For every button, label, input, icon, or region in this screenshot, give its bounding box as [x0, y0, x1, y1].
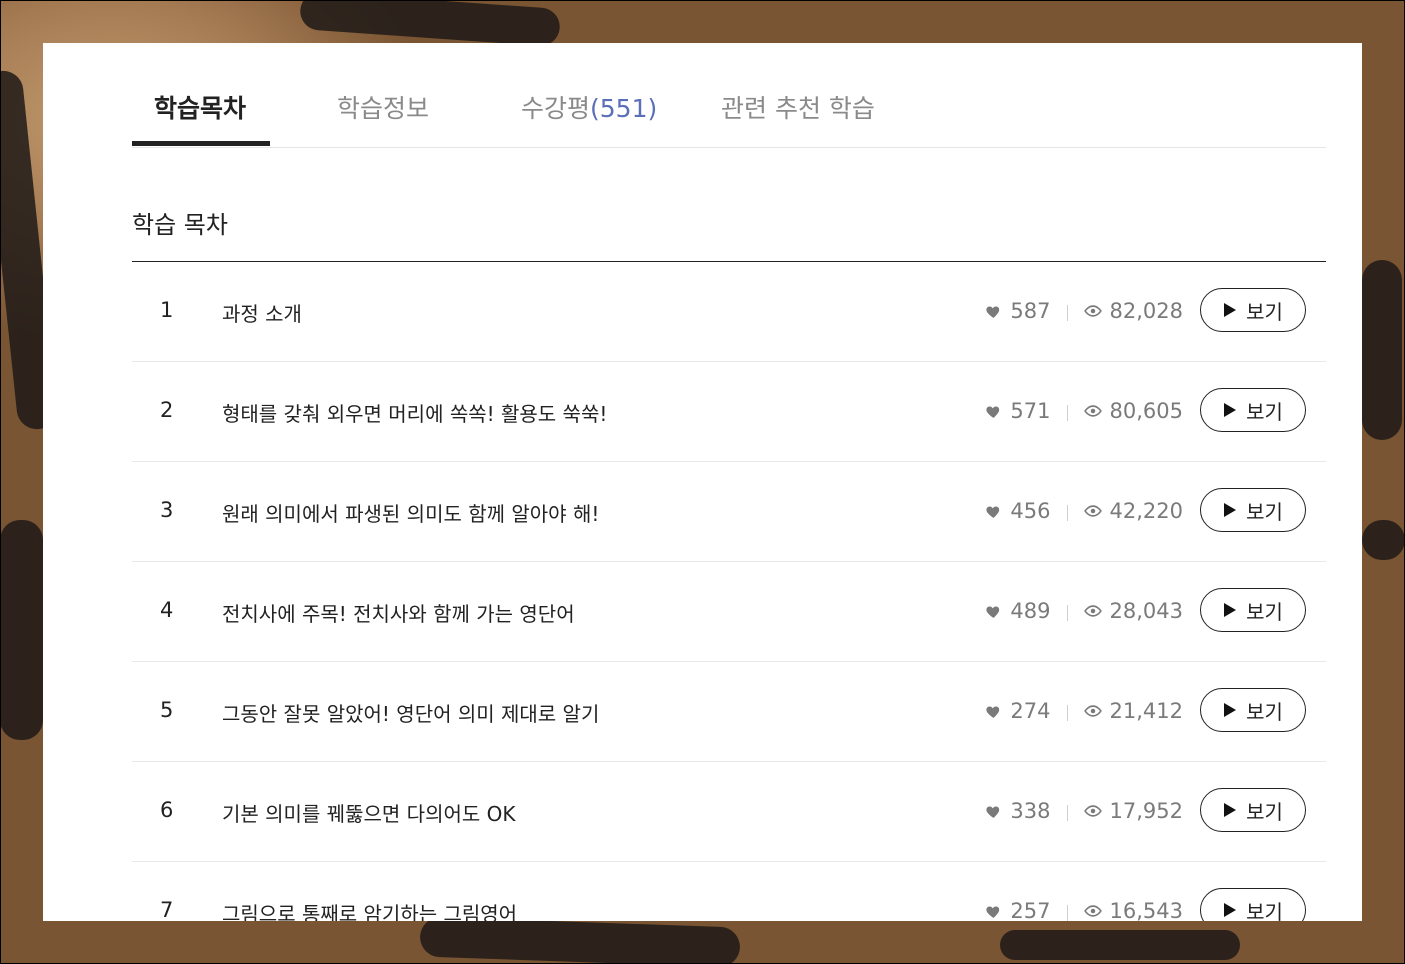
view-button[interactable]: 보기: [1200, 788, 1306, 832]
view-count: 17,952: [1109, 799, 1183, 823]
like-count: 456: [1010, 499, 1051, 523]
view-button[interactable]: 보기: [1200, 488, 1306, 532]
view-button[interactable]: 보기: [1200, 888, 1306, 921]
eye-icon: [1083, 802, 1102, 820]
lesson-title[interactable]: 원래 의미에서 파생된 의미도 함께 알아야 해!: [222, 498, 599, 527]
heart-icon: [985, 603, 1002, 620]
play-icon: [1223, 802, 1237, 818]
eye-icon: [1083, 902, 1102, 920]
lesson-number: 3: [160, 498, 174, 522]
stats-divider: [1066, 505, 1068, 521]
heart-icon: [985, 903, 1002, 920]
lesson-number: 4: [160, 598, 174, 622]
lesson-title[interactable]: 기본 의미를 꿰뚫으면 다의어도 OK: [222, 798, 516, 827]
eye-icon: [1083, 602, 1102, 620]
tab-reviews-label: 수강평: [521, 94, 591, 123]
view-count: 21,412: [1109, 699, 1183, 723]
tab-recommended[interactable]: 관련 추천 학습: [721, 89, 875, 125]
heart-icon: [985, 703, 1002, 720]
lesson-stats: 571 80,605: [985, 398, 1183, 424]
stats-divider: [1066, 905, 1068, 921]
lesson-list: 1 과정 소개 587 82,028 보기 2 형태를 갖춰 외우면 머리에 쏙쏙! 활용도…: [132, 261, 1326, 921]
like-count: 257: [1010, 899, 1051, 921]
lesson-number: 7: [160, 898, 174, 921]
lesson-row: 4 전치사에 주목! 전치사와 함께 가는 영단어 489 28,043 보기: [132, 562, 1326, 662]
view-button[interactable]: 보기: [1200, 588, 1306, 632]
play-icon: [1223, 302, 1237, 318]
view-button[interactable]: 보기: [1200, 388, 1306, 432]
view-count: 28,043: [1109, 599, 1183, 623]
view-count: 16,543: [1109, 899, 1183, 921]
view-button[interactable]: 보기: [1200, 288, 1306, 332]
lesson-row: 7 그림으로 통째로 암기하는 그림영어 257 16,543 보기: [132, 862, 1326, 921]
lesson-number: 1: [160, 298, 174, 322]
heart-icon: [985, 303, 1002, 320]
tab-curriculum[interactable]: 학습목차: [154, 89, 246, 125]
heart-icon: [985, 803, 1002, 820]
stats-divider: [1066, 705, 1068, 721]
heart-icon: [985, 403, 1002, 420]
lesson-row: 2 형태를 갖춰 외우면 머리에 쏙쏙! 활용도 쑥쑥! 571 80,605 보기: [132, 362, 1326, 462]
like-count: 274: [1010, 699, 1051, 723]
view-button-label: 보기: [1246, 399, 1283, 424]
play-icon: [1223, 502, 1237, 518]
lesson-title[interactable]: 전치사에 주목! 전치사와 함께 가는 영단어: [222, 598, 575, 627]
like-count: 338: [1010, 799, 1051, 823]
view-count: 42,220: [1109, 499, 1183, 523]
lesson-title[interactable]: 그림으로 통째로 암기하는 그림영어: [222, 898, 517, 921]
eye-icon: [1083, 702, 1102, 720]
course-panel: 학습목차 학습정보 수강평(551) 관련 추천 학습 학습 목차 1 과정 소개…: [43, 43, 1362, 921]
lesson-stats: 587 82,028: [985, 298, 1183, 324]
lesson-number: 2: [160, 398, 174, 422]
view-count: 82,028: [1109, 299, 1183, 323]
view-button-label: 보기: [1246, 799, 1283, 824]
section-title: 학습 목차: [132, 211, 228, 239]
lesson-stats: 338 17,952: [985, 798, 1183, 824]
lesson-stats: 456 42,220: [985, 498, 1183, 524]
eye-icon: [1083, 402, 1102, 420]
active-tab-indicator: [132, 141, 270, 146]
tab-reviews[interactable]: 수강평(551): [521, 89, 657, 125]
lesson-stats: 274 21,412: [985, 698, 1183, 724]
lesson-stats: 489 28,043: [985, 598, 1183, 624]
lesson-row: 5 그동안 잘못 알았어! 영단어 의미 제대로 알기 274 21,412 보기: [132, 662, 1326, 762]
view-count: 80,605: [1109, 399, 1183, 423]
view-button-label: 보기: [1246, 899, 1283, 922]
eye-icon: [1083, 302, 1102, 320]
tab-info[interactable]: 학습정보: [337, 89, 429, 125]
view-button[interactable]: 보기: [1200, 688, 1306, 732]
like-count: 587: [1010, 299, 1051, 323]
tab-bar: 학습목차 학습정보 수강평(551) 관련 추천 학습: [132, 43, 1326, 148]
play-icon: [1223, 702, 1237, 718]
lesson-number: 5: [160, 698, 174, 722]
stats-divider: [1066, 605, 1068, 621]
lesson-title[interactable]: 형태를 갖춰 외우면 머리에 쏙쏙! 활용도 쑥쑥!: [222, 398, 607, 427]
play-icon: [1223, 602, 1237, 618]
like-count: 489: [1010, 599, 1051, 623]
view-button-label: 보기: [1246, 599, 1283, 624]
lesson-row: 6 기본 의미를 꿰뚫으면 다의어도 OK 338 17,952 보기: [132, 762, 1326, 862]
lesson-title[interactable]: 그동안 잘못 알았어! 영단어 의미 제대로 알기: [222, 698, 599, 727]
stats-divider: [1066, 305, 1068, 321]
lesson-number: 6: [160, 798, 174, 822]
view-button-label: 보기: [1246, 699, 1283, 724]
lesson-row: 1 과정 소개 587 82,028 보기: [132, 262, 1326, 362]
play-icon: [1223, 902, 1237, 918]
lesson-stats: 257 16,543: [985, 898, 1183, 921]
review-count: (551): [590, 94, 658, 123]
stats-divider: [1066, 805, 1068, 821]
lesson-row: 3 원래 의미에서 파생된 의미도 함께 알아야 해! 456 42,220 보기: [132, 462, 1326, 562]
like-count: 571: [1010, 399, 1051, 423]
view-button-label: 보기: [1246, 499, 1283, 524]
stats-divider: [1066, 405, 1068, 421]
heart-icon: [985, 503, 1002, 520]
lesson-title[interactable]: 과정 소개: [222, 298, 302, 327]
eye-icon: [1083, 502, 1102, 520]
play-icon: [1223, 402, 1237, 418]
view-button-label: 보기: [1246, 299, 1283, 324]
